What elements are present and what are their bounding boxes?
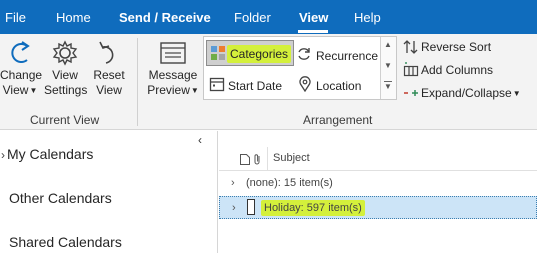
reset-view-button[interactable]: Reset View [91, 38, 127, 98]
tab-send-receive[interactable]: Send / Receive [119, 9, 211, 27]
message-preview-label-2: Preview [147, 83, 190, 97]
scroll-down-icon[interactable]: ▼ [384, 61, 392, 70]
message-preview-button[interactable]: Message Preview▼ [146, 40, 200, 98]
tab-folder[interactable]: Folder [234, 9, 271, 27]
tab-help[interactable]: Help [354, 9, 381, 27]
column-divider [267, 147, 268, 171]
chevron-right-icon[interactable]: › [232, 197, 236, 220]
group-row-label: Holiday: 597 item(s) [261, 200, 365, 216]
change-view-label-2: View [2, 83, 29, 97]
location-pin-icon [299, 76, 311, 92]
active-tab-indicator [298, 30, 328, 33]
nav-other-calendars[interactable]: Other Calendars [9, 190, 112, 206]
reset-icon [99, 41, 114, 64]
change-view-button[interactable]: Change View▼ [0, 38, 43, 98]
group-row-holiday[interactable]: › Holiday: 597 item(s) [219, 196, 537, 219]
location-label: Location [316, 79, 362, 93]
gallery-item-start-date[interactable]: Start Date [206, 73, 294, 99]
chevron-right-icon[interactable]: › [231, 172, 235, 195]
gallery-item-recurrence[interactable]: Recurrence [296, 43, 380, 69]
gallery-scroll[interactable]: ▲ ▼ ▼ [380, 37, 396, 99]
collapse-pane-icon[interactable]: ‹ [198, 133, 202, 147]
gear-icon [52, 40, 78, 66]
chevron-down-icon: ▼ [190, 86, 199, 95]
view-settings-button[interactable]: View Settings [44, 38, 88, 98]
expand-collapse-button[interactable]: Expand/Collapse▼ [403, 83, 521, 103]
ribbon: Change View▼ View Settings Reset View Cu… [0, 34, 537, 130]
nav-my-calendars[interactable]: › My Calendars [1, 146, 93, 162]
category-color-icon [247, 199, 255, 215]
add-columns-button[interactable]: Add Columns [403, 60, 493, 80]
arrangement-group-label: Arrangement [303, 113, 373, 127]
categories-icon [211, 46, 225, 60]
view-settings-label-2: Settings [44, 83, 88, 97]
recurrence-label: Recurrence [316, 49, 379, 63]
item-icon-column-icon[interactable] [239, 153, 251, 166]
chevron-down-icon: ▼ [29, 86, 38, 95]
add-columns-icon [403, 62, 419, 77]
recurrence-icon [298, 48, 310, 60]
subject-column-header[interactable]: Subject [273, 152, 310, 164]
categories-label: Categories [227, 45, 292, 63]
scroll-up-icon[interactable]: ▲ [384, 40, 392, 49]
group-row-label: (none): 15 item(s) [246, 177, 333, 189]
attachment-column-icon[interactable] [252, 153, 262, 166]
chevron-down-icon: ▼ [512, 89, 521, 98]
message-preview-icon [160, 42, 186, 64]
calendar-icon [209, 77, 225, 92]
chevron-right-icon: › [1, 148, 5, 162]
message-preview-label-1: Message [148, 68, 198, 82]
group-divider [137, 38, 138, 126]
start-date-label: Start Date [228, 79, 283, 93]
current-view-group-label: Current View [30, 113, 100, 127]
reverse-sort-button[interactable]: Reverse Sort [403, 37, 491, 57]
folder-pane: ‹ › My Calendars Other Calendars Shared C… [0, 131, 218, 253]
tab-file[interactable]: File [5, 9, 26, 27]
my-calendars-label: My Calendars [7, 146, 94, 162]
reverse-sort-label: Reverse Sort [421, 40, 492, 54]
reset-view-label-1: Reset [93, 68, 125, 82]
expand-collapse-icon [404, 90, 418, 96]
tab-home[interactable]: Home [56, 9, 91, 27]
expand-collapse-label: Expand/Collapse [421, 86, 512, 100]
reset-view-label-2: View [96, 83, 122, 97]
change-view-icon [11, 41, 30, 63]
add-columns-label: Add Columns [421, 63, 494, 77]
gallery-item-location[interactable]: Location [296, 73, 380, 99]
gallery-item-categories[interactable]: Categories [206, 40, 294, 66]
arrangement-gallery: Categories Recurrence Start Date Locatio… [203, 36, 397, 100]
nav-shared-calendars[interactable]: Shared Calendars [9, 234, 122, 250]
sort-arrows-icon [403, 40, 418, 54]
view-settings-label-1: View [52, 68, 78, 82]
tab-view[interactable]: View [299, 9, 328, 27]
more-icon[interactable]: ▼ [384, 81, 392, 91]
change-view-label-1: Change [0, 68, 43, 82]
group-row-none[interactable]: › (none): 15 item(s) [219, 172, 537, 195]
ribbon-tab-bar: File Home Send / Receive Folder View Hel… [0, 0, 537, 34]
list-column-header: Subject [219, 147, 537, 171]
